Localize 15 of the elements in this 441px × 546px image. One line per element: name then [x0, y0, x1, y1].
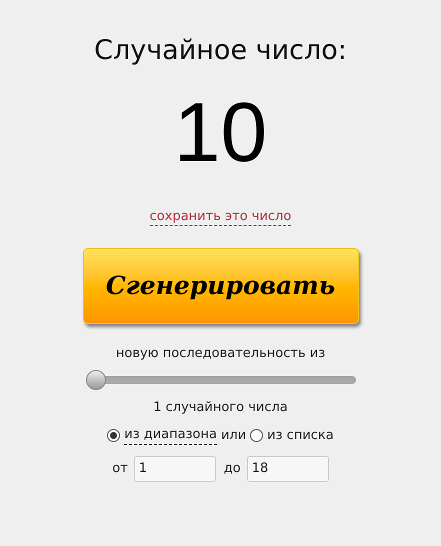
count-label: 1 случайного числа: [153, 398, 288, 416]
to-label: до: [224, 460, 241, 478]
page-title: Случайное число:: [94, 34, 347, 68]
slider-thumb[interactable]: [86, 370, 106, 390]
radio-option[interactable]: из диапазона: [107, 426, 217, 446]
count-slider[interactable]: [86, 370, 356, 390]
from-label: от: [112, 460, 128, 478]
radio-option[interactable]: из списка: [250, 426, 334, 445]
random-number: 10: [174, 86, 268, 178]
or-text: или: [220, 427, 246, 445]
generate-button[interactable]: Сгенерировать: [82, 248, 358, 324]
from-field[interactable]: 1: [134, 456, 216, 482]
sequence-label: новую последовательность из: [116, 345, 326, 363]
to-field[interactable]: 18: [246, 456, 329, 482]
save-link[interactable]: сохранить это число: [150, 208, 292, 226]
